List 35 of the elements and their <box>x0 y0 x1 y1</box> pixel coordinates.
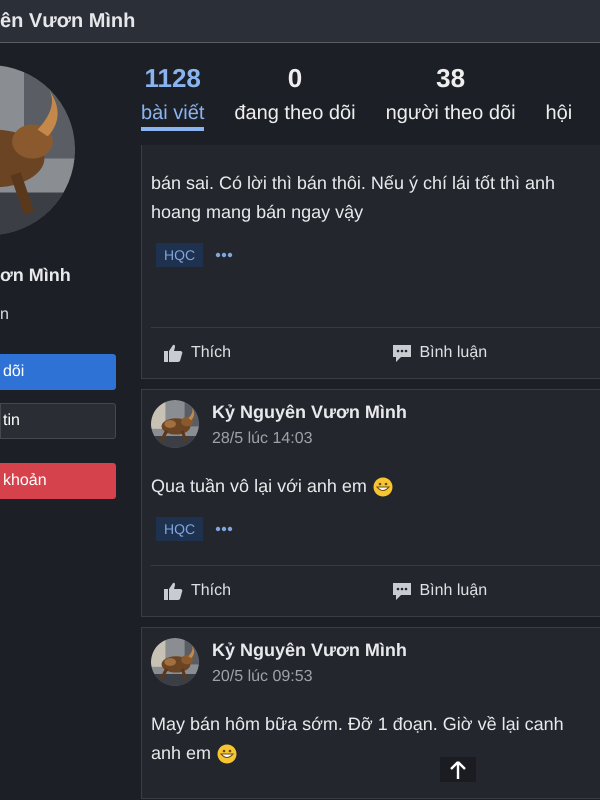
stat-tab[interactable]: 38 người theo dõi <box>386 43 516 145</box>
comment-button[interactable]: Bình luận <box>392 581 600 601</box>
profile-button[interactable]: khoản <box>0 463 116 499</box>
grin-emoji-icon <box>372 476 393 496</box>
more-icon[interactable] <box>215 526 234 532</box>
post-text: anh em <box>151 742 212 765</box>
like-button[interactable]: Thích <box>163 581 392 601</box>
up-arrow-icon <box>449 760 467 780</box>
author-name: Kỷ Nguyên Vươn Mình <box>212 640 407 661</box>
comment-icon <box>392 343 412 363</box>
comment-icon <box>392 581 412 601</box>
profile-button[interactable]: dõi <box>0 354 116 390</box>
stock-tag[interactable]: HQC <box>156 517 204 541</box>
stock-tag[interactable]: HQC <box>156 243 204 267</box>
post-time: 28/5 lúc 14:03 <box>212 430 314 448</box>
post-text: bán sai. Có lời thì bán thôi. Nếu ý chí lái tốt thì anh <box>151 172 556 195</box>
comment-button[interactable]: Bình luận <box>392 343 600 363</box>
grin-emoji-icon <box>217 744 238 764</box>
thumbs-up-icon <box>163 343 183 363</box>
post-time: 20/5 lúc 09:53 <box>212 668 314 686</box>
more-icon[interactable] <box>215 252 234 258</box>
post-text: Qua tuần vô lại với anh em <box>151 475 367 498</box>
stat-tab[interactable]: 0 đang theo dõi <box>234 43 356 145</box>
post-text: May bán hôm bữa sớm. Đỡ 1 đoạn. Giờ về lại canh <box>151 713 564 736</box>
scroll-top-button[interactable] <box>440 757 476 782</box>
like-button[interactable]: Thích <box>163 343 392 363</box>
stat-tab[interactable]: 1128 bài viết <box>141 43 204 145</box>
profile-subtitle: n <box>0 306 10 324</box>
author-name: Kỷ Nguyên Vươn Mình <box>212 402 407 423</box>
profile-button[interactable]: tin <box>0 403 116 439</box>
page-title: ên Vươn Mình <box>0 10 136 32</box>
stat-tab[interactable]: hội <box>546 43 572 145</box>
profile-name: ơn Mình <box>0 265 72 286</box>
post-text: hoang mang bán ngay vậy <box>151 201 364 224</box>
thumbs-up-icon <box>163 581 183 601</box>
